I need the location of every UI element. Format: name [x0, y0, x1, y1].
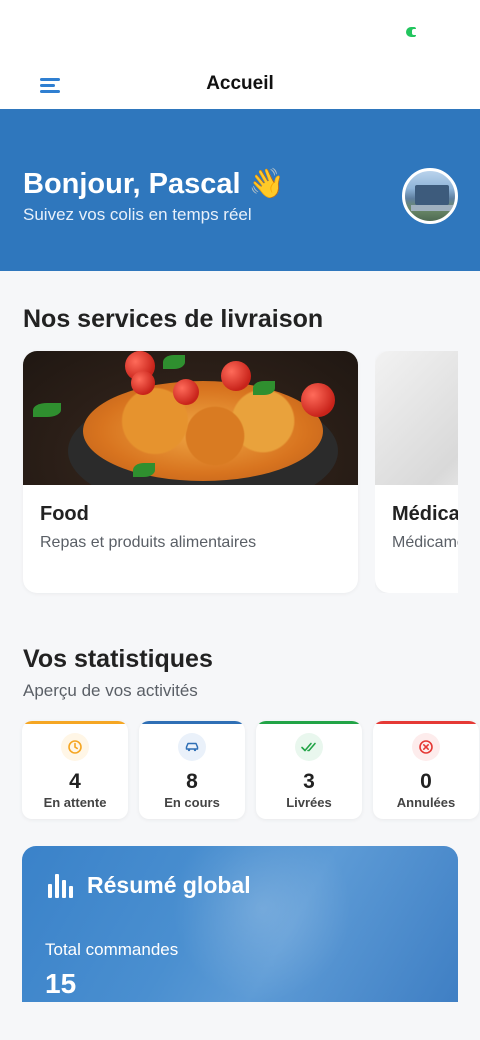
- services-title: Nos services de livraison: [23, 305, 324, 333]
- service-name: Médicaments: [392, 503, 458, 525]
- stat-value: 3: [303, 770, 315, 793]
- status-bar: [0, 0, 480, 60]
- summary-title: Résumé global: [87, 872, 251, 898]
- stat-value: 4: [69, 770, 81, 793]
- bar-chart-icon: [46, 868, 76, 905]
- stat-label: Livrées: [286, 795, 332, 810]
- stat-label: En cours: [164, 795, 220, 810]
- hero-banner: Bonjour, Pascal 👋 Suivez vos colis en te…: [0, 109, 480, 271]
- car-icon: [178, 733, 206, 761]
- greeting-subtitle: Suivez vos colis en temps réel: [23, 205, 252, 224]
- stat-value: 0: [420, 770, 432, 793]
- service-card-food[interactable]: Food Repas et produits alimentaires: [23, 351, 358, 593]
- service-description: Repas et produits alimentaires: [40, 534, 257, 551]
- stat-card-cancelled[interactable]: 0 Annulées: [373, 721, 479, 819]
- service-card-clip: Médicaments Médicaments: [375, 351, 458, 593]
- stat-value: 8: [186, 770, 198, 793]
- stat-card-pending[interactable]: 4 En attente: [22, 721, 128, 819]
- greeting-text: Bonjour, Pascal 👋: [23, 168, 285, 200]
- stat-label: En attente: [43, 795, 107, 810]
- stat-card-delivered[interactable]: 3 Livrées: [256, 721, 362, 819]
- page-title: Accueil: [206, 73, 274, 94]
- service-name: Food: [40, 503, 89, 525]
- summary-card[interactable]: Résumé global Total commandes 15: [22, 846, 458, 1002]
- total-orders-value: 15: [45, 968, 77, 999]
- stat-label: Annulées: [396, 795, 456, 810]
- stats-title: Vos statistiques: [23, 645, 213, 673]
- medicine-image: [375, 351, 458, 485]
- cancel-icon: [412, 733, 440, 761]
- total-orders-label: Total commandes: [45, 940, 179, 959]
- avatar[interactable]: [402, 168, 458, 224]
- app-bar: Accueil: [0, 60, 480, 109]
- battery-icon: [406, 27, 416, 37]
- stat-card-in-progress[interactable]: 8 En cours: [139, 721, 245, 819]
- stats-subtitle: Aperçu de vos activités: [23, 681, 198, 700]
- service-card-medicaments[interactable]: Médicaments Médicaments: [375, 351, 458, 593]
- service-description: Médicaments: [392, 534, 458, 551]
- clock-icon: [61, 733, 89, 761]
- double-check-icon: [295, 733, 323, 761]
- food-image: [23, 351, 358, 485]
